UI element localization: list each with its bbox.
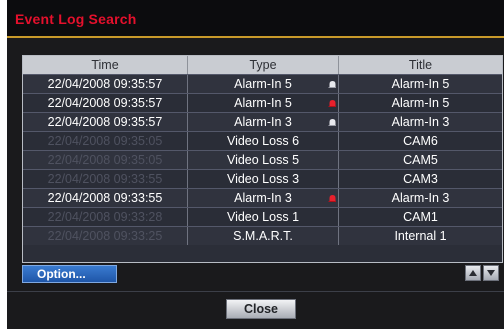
bell-red-icon [328,100,336,107]
cell-time: 22/04/2008 09:35:05 [47,153,163,167]
cell-type-label: Alarm-In 3 [234,115,292,129]
bell-white-icon [328,119,336,126]
cell-title: CAM1 [338,208,502,226]
table-row[interactable]: 22/04/2008 09:35:57 Alarm-In 5 Alarm-In 5 [23,74,502,93]
cell-type: Video Loss 6 [187,132,338,150]
cell-type: Alarm-In 3 [187,189,338,207]
cell-title: Alarm-In 5 [338,75,502,93]
cell-title: CAM3 [338,170,502,188]
cell-type-label: Video Loss 1 [226,210,300,224]
table-row[interactable]: 22/04/2008 09:35:05 Video Loss 5 CAM5 [23,150,502,169]
title-bar: Event Log Search [7,0,504,38]
cell-type-label: Video Loss 3 [226,172,300,186]
cell-time: 22/04/2008 09:33:55 [47,191,163,205]
table-row[interactable]: 22/04/2008 09:33:55 Video Loss 3 CAM3 [23,169,502,188]
cell-title: Alarm-In 5 [338,94,502,112]
table-row[interactable]: 22/04/2008 09:35:57 Alarm-In 3 Alarm-In 3 [23,112,502,131]
cell-title: Internal 1 [338,227,502,245]
option-button[interactable]: Option... [22,265,117,283]
table-row[interactable]: 22/04/2008 09:35:05 Video Loss 6 CAM6 [23,131,502,150]
cell-time: 22/04/2008 09:35:57 [47,115,163,129]
cell-type-label: Alarm-In 3 [234,191,292,205]
column-header-time[interactable]: Time [23,56,187,74]
bell-red-icon [328,195,336,202]
cell-type: Alarm-In 3 [187,113,338,131]
cell-time: 22/04/2008 09:35:57 [47,77,163,91]
table-row[interactable]: 22/04/2008 09:33:55 Alarm-In 3 Alarm-In 3 [23,188,502,207]
column-header-title[interactable]: Title [338,56,502,74]
cell-time: 22/04/2008 09:33:25 [47,229,163,243]
cell-type-label: Alarm-In 5 [234,96,292,110]
cell-title: Alarm-In 3 [338,189,502,207]
cell-time: 22/04/2008 09:35:05 [47,134,163,148]
event-log-table: Time Type Title 22/04/2008 09:35:57 Alarm… [22,55,503,263]
cell-type: Video Loss 3 [187,170,338,188]
triangle-down-icon [487,270,495,276]
table-row[interactable]: 22/04/2008 09:33:28 Video Loss 1 CAM1 [23,207,502,226]
cell-type: S.M.A.R.T. [187,227,338,245]
cell-title: CAM5 [338,151,502,169]
cell-type-label: S.M.A.R.T. [233,229,293,243]
cell-type: Alarm-In 5 [187,94,338,112]
scroll-up-button[interactable] [465,265,481,281]
table-header: Time Type Title [23,56,502,74]
divider [7,291,504,292]
table-row[interactable]: 22/04/2008 09:35:57 Alarm-In 5 Alarm-In 5 [23,93,502,112]
scroll-down-button[interactable] [483,265,499,281]
cell-type: Alarm-In 5 [187,75,338,93]
cell-type-label: Alarm-In 5 [234,77,292,91]
table-row[interactable]: 22/04/2008 09:33:25 S.M.A.R.T. Internal 1 [23,226,502,245]
cell-type-label: Video Loss 5 [226,153,300,167]
event-log-search-dialog: Event Log Search Time Type Title 22/04/2… [7,0,504,329]
column-header-type[interactable]: Type [187,56,338,74]
cell-type-label: Video Loss 6 [226,134,300,148]
cell-title: CAM6 [338,132,502,150]
window-title: Event Log Search [15,11,137,27]
cell-title: Alarm-In 3 [338,113,502,131]
bell-white-icon [328,81,336,88]
triangle-up-icon [469,270,477,276]
cell-time: 22/04/2008 09:35:57 [47,96,163,110]
close-button[interactable]: Close [226,299,296,319]
cell-time: 22/04/2008 09:33:55 [47,172,163,186]
cell-time: 22/04/2008 09:33:28 [47,210,163,224]
cell-type: Video Loss 1 [187,208,338,226]
cell-type: Video Loss 5 [187,151,338,169]
